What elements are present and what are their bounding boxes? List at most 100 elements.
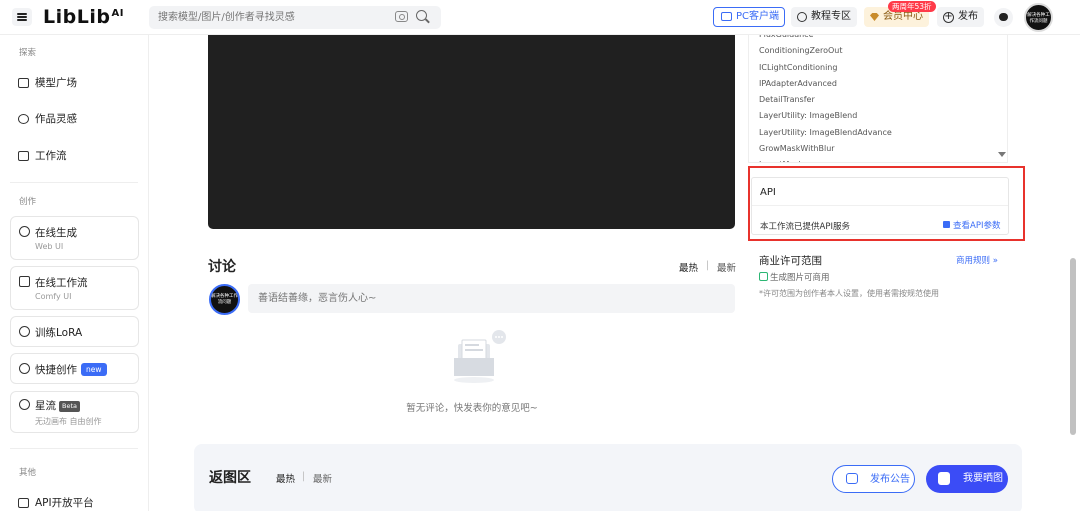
node-list-item[interactable]: LayerUtility: ImageBlend <box>759 108 892 124</box>
node-list-item[interactable]: IPAdapterAdvanced <box>759 76 892 92</box>
publish-label: 发布 <box>958 11 978 22</box>
discussion-title: 讨论 <box>208 259 236 275</box>
api-title: API <box>760 187 776 198</box>
node-list-item[interactable]: LayerUtility: ImageBlendAdvance <box>759 125 892 141</box>
avatar-text: 解决各种工作流问题 <box>1027 13 1050 24</box>
node-list-item[interactable]: DetailTransfer <box>759 92 892 108</box>
top-bar: LibLibAI PC客户端 教程专区 会员中心 两周年53折 + 发布 解决各种… <box>0 0 1080 35</box>
section-explore-label: 探索 <box>19 48 37 58</box>
api-icon <box>18 498 29 508</box>
sidebar-item-label: 作品灵感 <box>35 113 77 125</box>
card-online-generate[interactable]: 在线生成 Web UI <box>10 216 139 260</box>
new-badge: new <box>81 363 107 376</box>
sidebar-item-workflow[interactable]: 工作流 <box>18 147 67 165</box>
node-list-item[interactable]: InvertMask <box>759 157 892 162</box>
avatar[interactable]: 解决各种工作流问题 <box>1024 3 1053 32</box>
camera-icon[interactable] <box>395 11 408 22</box>
divider <box>10 448 138 449</box>
sidebar: 探索 模型广场 作品灵感 工作流 创作 在线生成 Web UI 在线工作流 Co… <box>0 35 149 511</box>
node-list-item[interactable]: ConditioningZeroOut <box>759 43 892 59</box>
sort-new-tab[interactable]: 最新 <box>717 260 736 274</box>
sort-hot-tab[interactable]: 最热 <box>679 260 698 274</box>
divider <box>752 205 1008 206</box>
member-promo-badge: 两周年53折 <box>888 1 936 12</box>
sidebar-item-api-platform[interactable]: API开放平台 <box>18 494 94 511</box>
node-list-item[interactable]: GrowMaskWithBlur <box>759 141 892 157</box>
sidebar-item-label: API开放平台 <box>35 497 94 509</box>
commercial-rules-link[interactable]: 商用规则 » <box>956 254 998 266</box>
workflow-icon <box>18 151 29 161</box>
logo-text: LibLib <box>43 6 111 28</box>
search-icon[interactable] <box>416 10 427 21</box>
message-icon[interactable] <box>994 8 1013 27</box>
card-title: 训练LoRA <box>35 327 83 339</box>
search-input[interactable] <box>158 9 378 26</box>
view-api-params-link[interactable]: 查看API参数 <box>943 219 1000 231</box>
return-image-title: 返图区 <box>209 470 251 486</box>
home-icon <box>18 78 29 88</box>
tutorial-button[interactable]: 教程专区 <box>791 7 857 27</box>
card-title: 在线生成 <box>35 227 77 239</box>
license-title: 商业许可范围 <box>759 255 822 267</box>
comment-input[interactable] <box>248 284 735 313</box>
member-label: 会员中心 <box>883 11 923 22</box>
pc-client-button[interactable]: PC客户端 <box>713 7 785 27</box>
empty-comments-text: 暂无评论，快发表你的意见吧~ <box>406 403 538 414</box>
return-sort-hot-tab[interactable]: 最热 <box>276 471 295 485</box>
logo[interactable]: LibLibAI <box>43 6 124 28</box>
announcement-icon <box>846 473 858 484</box>
sidebar-item-label: 工作流 <box>35 150 67 162</box>
share-image-label: 我要晒图 <box>963 473 1003 484</box>
palette-icon <box>19 226 30 237</box>
return-sort-new-tab[interactable]: 最新 <box>313 471 332 485</box>
card-title: 在线工作流 <box>35 277 88 289</box>
page-scrollbar[interactable] <box>1070 258 1076 435</box>
license-item: 生成图片可商用 <box>759 271 830 283</box>
card-subtitle: Web UI <box>35 242 64 251</box>
publish-announcement-button[interactable]: 发布公告 <box>832 465 915 493</box>
logo-sup: AI <box>111 7 124 19</box>
publish-announcement-label: 发布公告 <box>870 473 910 485</box>
avatar-text: 解决各种工作流问题 <box>211 294 238 305</box>
api-description: 本工作流已提供API服务 <box>760 222 850 232</box>
monitor-icon <box>721 12 732 21</box>
sidebar-item-model-square[interactable]: 模型广场 <box>18 74 77 92</box>
media-preview[interactable] <box>208 35 735 229</box>
tutorial-label: 教程专区 <box>811 11 851 22</box>
node-list-item[interactable]: FluxGuidance <box>759 35 892 43</box>
card-title: 快捷创作 new <box>35 362 107 377</box>
section-create-label: 创作 <box>19 197 37 207</box>
lora-icon <box>19 326 30 337</box>
diamond-icon <box>870 13 879 21</box>
scroll-down-icon[interactable] <box>998 152 1006 157</box>
node-list-items: FluxGuidanceConditioningZeroOutICLightCo… <box>759 35 892 162</box>
publish-button[interactable]: + 发布 <box>937 7 984 27</box>
node-list[interactable]: FluxGuidanceConditioningZeroOutICLightCo… <box>748 35 1008 163</box>
node-list-item[interactable]: ICLightConditioning <box>759 60 892 76</box>
card-quick-create[interactable]: 快捷创作 new <box>10 353 139 384</box>
sidebar-item-label: 模型广场 <box>35 77 77 89</box>
card-subtitle: Comfy UI <box>35 292 72 301</box>
share-image-button[interactable]: 我要晒图 <box>926 465 1008 493</box>
empty-comments-illustration <box>454 330 506 383</box>
sort-separator: | <box>302 471 306 482</box>
sort-separator: | <box>706 260 710 271</box>
sidebar-item-inspiration[interactable]: 作品灵感 <box>18 110 77 128</box>
divider <box>10 182 138 183</box>
pc-client-label: PC客户端 <box>736 11 780 22</box>
plus-circle-icon: + <box>943 11 954 23</box>
menu-icon[interactable] <box>12 8 32 26</box>
sparkle-icon <box>19 363 30 374</box>
license-note: *许可范围为创作者本人设置，使用者需按规范使用 <box>759 289 939 298</box>
quick-create-label: 快捷创作 <box>35 364 77 376</box>
bulb-icon <box>18 114 29 124</box>
search-bar <box>149 6 441 29</box>
card-subtitle: 无边画布 自由创作 <box>35 417 102 426</box>
comment-avatar: 解决各种工作流问题 <box>209 284 240 315</box>
workflow-icon <box>19 276 30 287</box>
upload-icon <box>938 472 950 485</box>
palette-icon <box>797 12 807 22</box>
card-online-workflow[interactable]: 在线工作流 Comfy UI <box>10 266 139 310</box>
card-train-lora[interactable]: 训练LoRA <box>10 316 139 347</box>
api-card: API 本工作流已提供API服务 查看API参数 <box>751 177 1009 235</box>
